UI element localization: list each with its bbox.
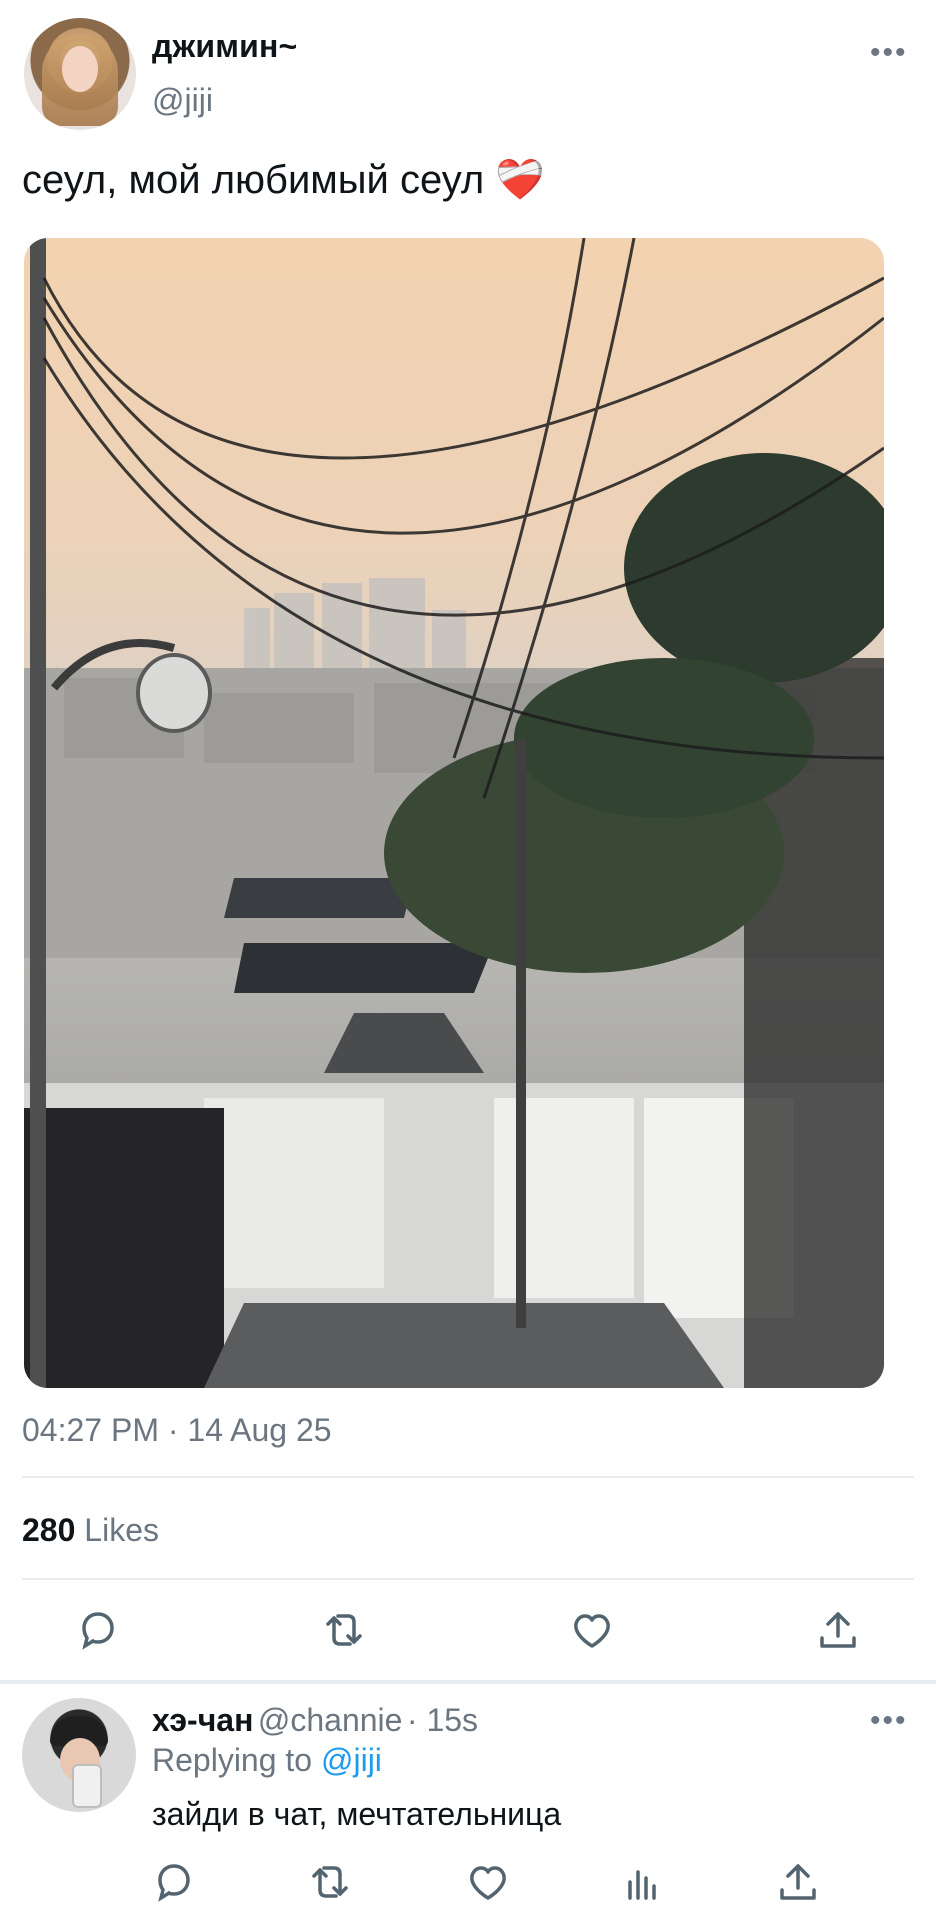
reply-text: зайди в чат, мечтательница bbox=[152, 1796, 562, 1832]
reply-icon[interactable] bbox=[74, 1606, 122, 1654]
reply-author-avatar[interactable] bbox=[22, 1698, 136, 1812]
like-icon[interactable] bbox=[464, 1858, 512, 1906]
retweet-icon[interactable] bbox=[320, 1606, 368, 1654]
reply-author-name[interactable]: хэ-чан bbox=[152, 1702, 253, 1738]
divider bbox=[22, 1578, 914, 1580]
like-icon[interactable] bbox=[568, 1606, 616, 1654]
author-display-name[interactable]: джимин~ bbox=[152, 28, 297, 65]
reply-header: хэ-чан @channie · 15s bbox=[152, 1702, 478, 1739]
author-handle[interactable]: @jiji bbox=[152, 82, 213, 119]
tweet-photo[interactable] bbox=[24, 238, 884, 1388]
replying-to-handle[interactable]: @jiji bbox=[321, 1742, 382, 1778]
likes-summary[interactable]: 280 Likes bbox=[22, 1512, 159, 1549]
reply-author-handle[interactable]: @channie bbox=[258, 1702, 403, 1738]
reply-time[interactable]: · 15s bbox=[407, 1702, 478, 1738]
retweet-icon[interactable] bbox=[306, 1858, 354, 1906]
likes-count: 280 bbox=[22, 1512, 76, 1548]
author-avatar[interactable] bbox=[24, 18, 136, 130]
divider bbox=[0, 1680, 936, 1684]
replying-to: Replying to @jiji bbox=[152, 1742, 382, 1779]
avatar-face bbox=[62, 46, 98, 92]
share-icon[interactable] bbox=[814, 1606, 862, 1654]
replying-to-label: Replying to bbox=[152, 1742, 313, 1778]
more-options-icon[interactable]: ••• bbox=[870, 1704, 908, 1738]
reply-icon[interactable] bbox=[150, 1858, 198, 1906]
more-options-icon[interactable]: ••• bbox=[870, 36, 908, 70]
avatar-phone bbox=[72, 1764, 102, 1808]
share-icon[interactable] bbox=[774, 1858, 822, 1906]
divider bbox=[22, 1476, 914, 1478]
tweet-timestamp[interactable]: 04:27 PM · 14 Aug 25 bbox=[22, 1412, 332, 1449]
views-icon[interactable] bbox=[620, 1858, 668, 1906]
likes-label: Likes bbox=[84, 1512, 159, 1548]
city-photo-illustration bbox=[24, 238, 884, 1388]
tweet-text: сеул, мой любимый сеул ❤️‍🩹 bbox=[22, 158, 546, 202]
